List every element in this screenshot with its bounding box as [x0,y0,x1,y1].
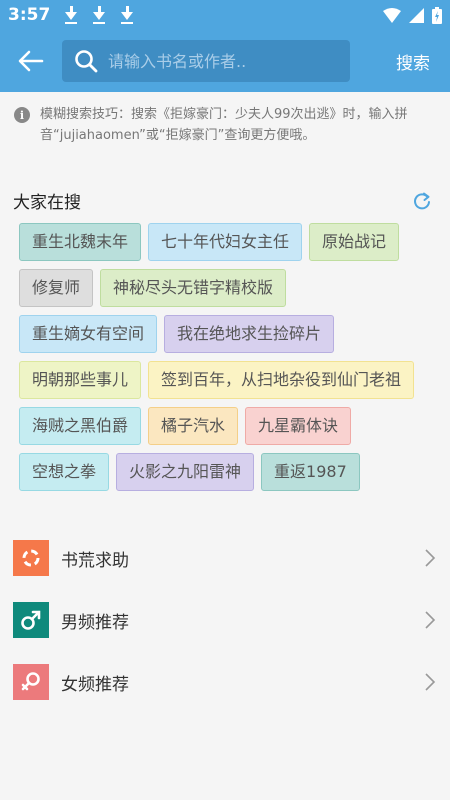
hot-tag[interactable]: 明朝那些事儿 [19,361,142,399]
hot-tag[interactable]: 重生嫡女有空间 [19,315,158,353]
refresh-icon[interactable] [412,191,432,211]
hot-tag[interactable]: 空想之拳 [19,453,110,491]
hot-tag[interactable]: 九星霸体诀 [245,407,352,445]
hot-search-title: 大家在搜 [13,193,81,213]
chevron-right-icon [425,611,436,629]
menu-item-label: 女频推荐 [61,674,129,695]
female-icon [13,664,49,700]
menu-item-label: 男频推荐 [61,612,129,633]
hot-tag[interactable]: 我在绝地求生捡碎片 [164,315,335,353]
lifebuoy-icon [13,540,49,576]
hot-search-header: 大家在搜 [0,188,450,213]
hot-tag-list: 重生北魏末年 七十年代妇女主任 原始战记 修复师 神秘尽头无错字精校版 重生嫡女… [0,213,450,499]
app-bar: 搜索 [0,30,450,92]
hot-tag[interactable]: 重返1987 [261,453,360,491]
signal-icon [409,7,424,23]
hot-tag[interactable]: 原始战记 [309,223,400,261]
hot-tag[interactable]: 七十年代妇女主任 [148,223,303,261]
male-icon [13,602,49,638]
search-button[interactable]: 搜索 [396,49,430,74]
search-box[interactable] [62,40,350,82]
hot-tag[interactable]: 签到百年，从扫地杂役到仙门老祖 [148,361,415,399]
search-input[interactable] [108,51,328,71]
back-button[interactable] [14,44,48,78]
hot-tag[interactable]: 重生北魏末年 [19,223,142,261]
menu-item-help[interactable]: 书荒求助 [0,527,450,589]
download-icon [92,6,106,24]
info-icon: i [14,107,30,123]
hot-tag[interactable]: 火影之九阳雷神 [116,453,255,491]
chevron-right-icon [425,673,436,691]
hot-tag[interactable]: 橘子汽水 [148,407,239,445]
search-tip: i 模糊搜索技巧：搜索《拒嫁豪门：少夫人99次出逃》时，输入拼音“jujiaha… [0,92,450,146]
wifi-icon [383,7,401,23]
hot-tag[interactable]: 海贼之黑伯爵 [19,407,142,445]
chevron-right-icon [425,549,436,567]
menu-item-male[interactable]: 男频推荐 [0,589,450,651]
status-bar: 3:57 [0,0,450,30]
battery-icon [432,6,442,24]
search-icon [75,50,98,73]
download-icon [120,6,134,24]
menu-item-female[interactable]: 女频推荐 [0,651,450,713]
menu-item-label: 书荒求助 [61,550,129,571]
hot-tag[interactable]: 神秘尽头无错字精校版 [100,269,287,307]
hot-tag[interactable]: 修复师 [19,269,94,307]
download-icon [64,6,78,24]
search-tip-text: 模糊搜索技巧：搜索《拒嫁豪门：少夫人99次出逃》时，输入拼音“jujiahaom… [40,107,408,143]
status-time: 3:57 [8,5,51,25]
arrow-left-icon [18,50,44,72]
recommend-menu: 书荒求助 男频推荐 女频推荐 [0,527,450,713]
